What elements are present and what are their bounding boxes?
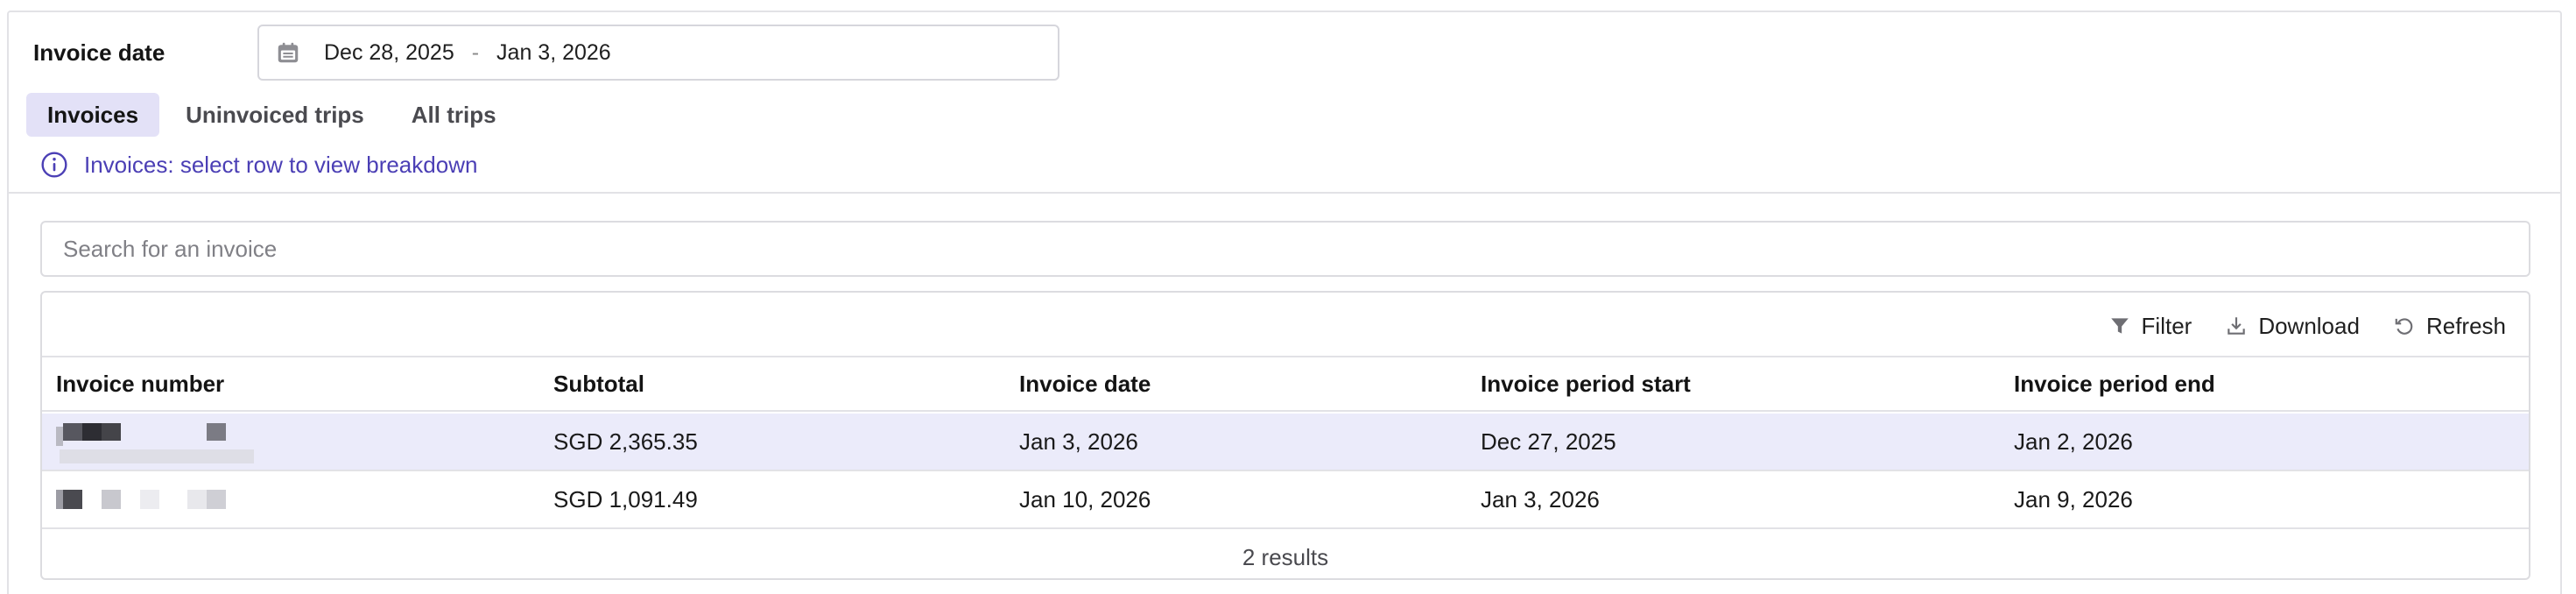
redacted-block bbox=[102, 423, 121, 441]
invoice-table: Filter Download Refresh Invoice number S… bbox=[40, 291, 2530, 580]
invoice-number-cell bbox=[56, 486, 266, 513]
tab-all-trips[interactable]: All trips bbox=[391, 93, 517, 137]
subtotal-cell: SGD 1,091.49 bbox=[553, 485, 698, 513]
info-hint: Invoices: select row to view breakdown bbox=[40, 149, 477, 180]
invoice-date-cell: Jan 3, 2026 bbox=[1019, 428, 1138, 455]
filter-label: Filter bbox=[2141, 312, 2192, 339]
refresh-button[interactable]: Refresh bbox=[2393, 313, 2506, 340]
redacted-block bbox=[140, 490, 159, 509]
download-icon bbox=[2228, 317, 2246, 335]
date-range-separator: - bbox=[471, 39, 480, 65]
date-range-start: Dec 28, 2025 bbox=[324, 39, 454, 65]
period-end-cell: Jan 9, 2026 bbox=[2014, 485, 2133, 513]
table-row[interactable]: SGD 2,365.35 Jan 3, 2026 Dec 27, 2025 Ja… bbox=[42, 414, 2529, 471]
invoice-date-cell: Jan 10, 2026 bbox=[1019, 485, 1151, 513]
filter-button[interactable]: Filter bbox=[2108, 313, 2192, 340]
redacted-block bbox=[207, 423, 226, 441]
invoice-date-filter: Invoice date bbox=[33, 25, 259, 81]
column-header-invoice-number[interactable]: Invoice number bbox=[56, 371, 224, 398]
table-toolbar: Filter Download Refresh bbox=[2075, 308, 2506, 343]
column-header-invoice-date[interactable]: Invoice date bbox=[1019, 371, 1151, 398]
period-start-cell: Dec 27, 2025 bbox=[1481, 428, 1616, 455]
results-count: 2 results bbox=[1242, 543, 1329, 570]
invoice-number-cell bbox=[56, 420, 266, 463]
refresh-icon bbox=[2395, 318, 2413, 335]
redacted-block bbox=[56, 490, 63, 509]
redacted-block bbox=[82, 423, 102, 441]
date-range-picker[interactable]: Dec 28, 2025 - Jan 3, 2026 bbox=[257, 25, 1059, 81]
column-header-period-start[interactable]: Invoice period start bbox=[1481, 371, 1691, 398]
column-header-period-end[interactable]: Invoice period end bbox=[2014, 371, 2215, 398]
redacted-block bbox=[63, 423, 82, 441]
section-divider bbox=[7, 192, 2562, 194]
redacted-block bbox=[63, 490, 82, 509]
subtotal-cell: SGD 2,365.35 bbox=[553, 428, 698, 455]
table-header: Invoice number Subtotal Invoice date Inv… bbox=[42, 356, 2529, 412]
invoice-tabs: Invoices Uninvoiced trips All trips bbox=[26, 93, 523, 137]
table-row[interactable]: SGD 1,091.49 Jan 10, 2026 Jan 3, 2026 Ja… bbox=[42, 471, 2529, 529]
date-range-end: Jan 3, 2026 bbox=[496, 39, 611, 65]
tab-invoices[interactable]: Invoices bbox=[26, 93, 160, 137]
info-icon bbox=[41, 152, 67, 178]
column-header-subtotal[interactable]: Subtotal bbox=[553, 371, 644, 398]
invoice-date-label: Invoice date bbox=[33, 39, 165, 66]
calendar-icon bbox=[278, 42, 299, 63]
download-button[interactable]: Download bbox=[2225, 313, 2360, 340]
download-label: Download bbox=[2258, 312, 2360, 339]
invoice-search-input[interactable] bbox=[40, 221, 2530, 277]
period-start-cell: Jan 3, 2026 bbox=[1481, 485, 1600, 513]
refresh-label: Refresh bbox=[2425, 312, 2506, 339]
redacted-block bbox=[187, 490, 207, 509]
tab-uninvoiced-trips[interactable]: Uninvoiced trips bbox=[165, 93, 385, 137]
redacted-block bbox=[102, 490, 121, 509]
info-text: Invoices: select row to view breakdown bbox=[84, 151, 478, 178]
filter-icon bbox=[2110, 318, 2129, 334]
redacted-block bbox=[207, 490, 226, 509]
redacted-block bbox=[56, 427, 63, 446]
redacted-block bbox=[60, 449, 254, 463]
period-end-cell: Jan 2, 2026 bbox=[2014, 428, 2133, 455]
